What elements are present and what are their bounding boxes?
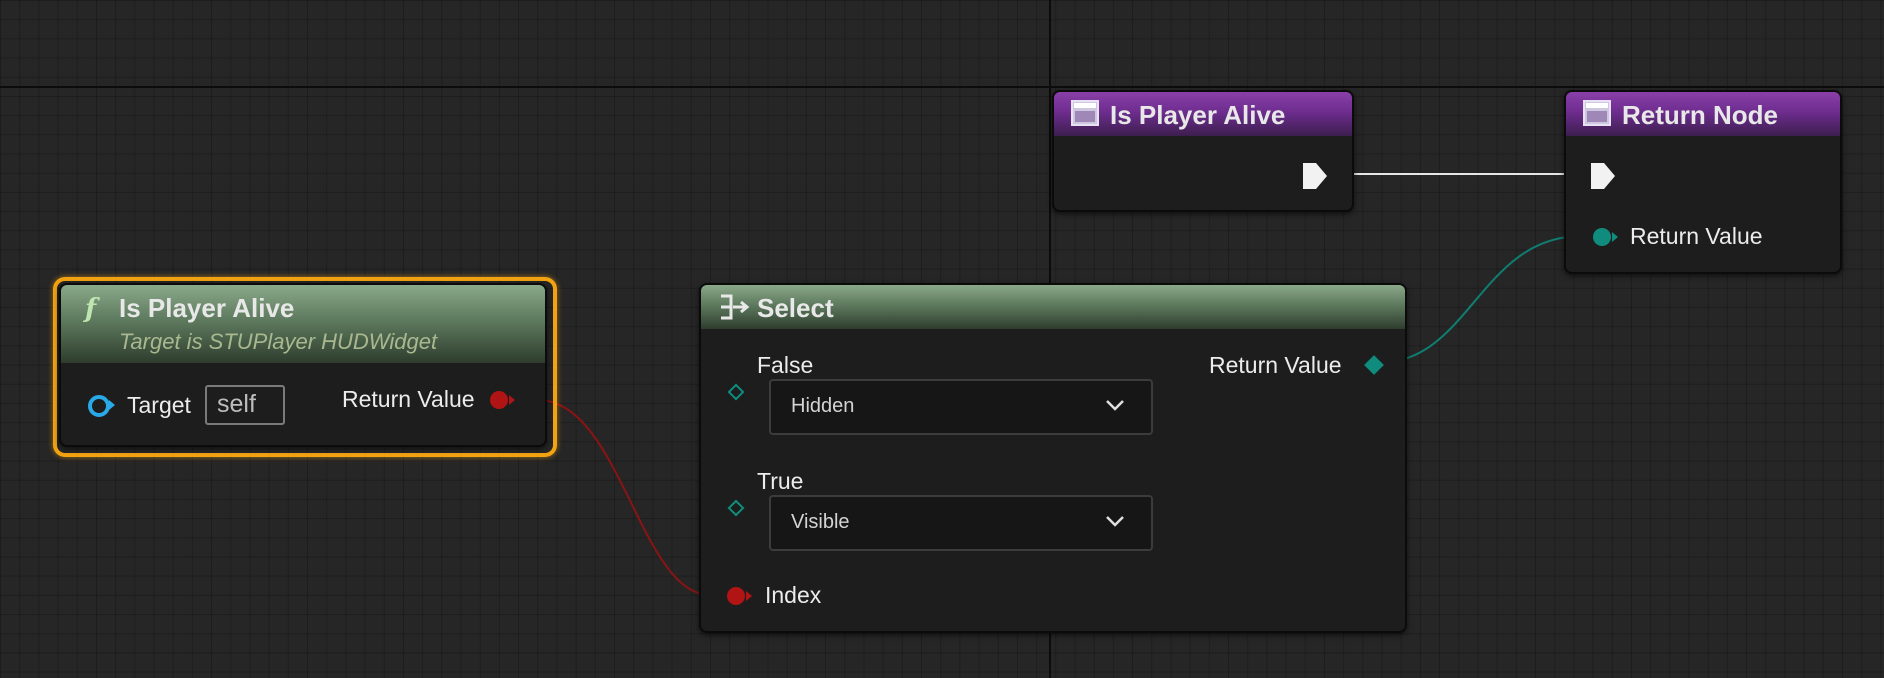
dropdown-value: Visible bbox=[791, 511, 850, 533]
visibility-wire-to-return[interactable] bbox=[1377, 235, 1583, 364]
node-title: Is Player Alive bbox=[119, 293, 295, 323]
target-pin[interactable] bbox=[88, 395, 110, 417]
false-option-pin[interactable] bbox=[727, 383, 745, 401]
pin-arrow-icon bbox=[509, 395, 515, 405]
return-value-pin[interactable] bbox=[1593, 228, 1611, 246]
false-option-dropdown[interactable]: Hidden bbox=[769, 379, 1153, 435]
return-value-pin[interactable] bbox=[490, 391, 508, 409]
dropdown-value: Hidden bbox=[791, 395, 855, 417]
node-title: Return Node bbox=[1622, 100, 1778, 130]
select-node[interactable]: Select False Hidden True Visible Index R… bbox=[699, 283, 1407, 633]
index-pin[interactable] bbox=[727, 587, 745, 605]
index-label: Index bbox=[765, 582, 822, 608]
target-input[interactable]: self bbox=[205, 385, 285, 425]
target-label: Target bbox=[127, 392, 191, 418]
exec-pin-icon[interactable] bbox=[1590, 162, 1616, 190]
pin-arrow-icon bbox=[109, 400, 115, 410]
blueprint-graph-canvas[interactable]: Is Player Alive Return Node Return Value… bbox=[0, 0, 1884, 678]
true-option-pin[interactable] bbox=[727, 499, 745, 517]
return-value-label: Return Value bbox=[342, 386, 475, 412]
struct-icon bbox=[1583, 100, 1611, 126]
select-icon bbox=[721, 294, 750, 320]
node-header: Is Player Alive bbox=[1054, 92, 1352, 136]
struct-icon bbox=[1071, 100, 1099, 126]
function-icon: ƒ bbox=[83, 294, 100, 323]
function-call-node[interactable]: ƒ Is Player Alive Target is STUPlayer HU… bbox=[59, 283, 547, 447]
return-value-label: Return Value bbox=[1630, 223, 1763, 249]
return-value-pin[interactable] bbox=[1364, 355, 1384, 375]
true-option-dropdown[interactable]: Visible bbox=[769, 495, 1153, 551]
function-entry-node[interactable]: Is Player Alive bbox=[1052, 90, 1354, 212]
node-title: Select bbox=[757, 293, 834, 323]
chevron-down-icon bbox=[1106, 400, 1124, 411]
false-option-label: False bbox=[757, 352, 814, 378]
node-header: Return Node bbox=[1566, 92, 1840, 136]
node-title: Is Player Alive bbox=[1110, 100, 1286, 130]
pin-arrow-icon bbox=[1612, 232, 1618, 242]
return-value-label: Return Value bbox=[1209, 352, 1342, 378]
node-subtitle: Target is STUPlayer HUDWidget bbox=[119, 329, 438, 354]
exec-pin-icon[interactable] bbox=[1302, 162, 1328, 190]
node-header: Select bbox=[701, 285, 1405, 329]
bool-wire-to-index[interactable] bbox=[537, 399, 711, 596]
chevron-down-icon bbox=[1106, 516, 1124, 527]
node-header: ƒ Is Player Alive Target is STUPlayer HU… bbox=[61, 285, 545, 363]
pin-arrow-icon bbox=[746, 591, 752, 601]
true-option-label: True bbox=[757, 468, 804, 494]
return-node[interactable]: Return Node Return Value bbox=[1564, 90, 1842, 274]
svg-text:ƒ: ƒ bbox=[83, 294, 100, 323]
